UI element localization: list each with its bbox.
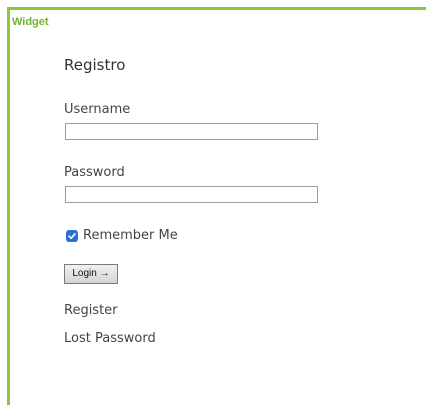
checkmark-icon [68,233,76,240]
lost-password-link[interactable]: Lost Password [64,331,156,347]
username-label: Username [64,102,131,117]
password-label: Password [64,165,125,180]
remember-me-row: Remember Me [66,228,178,244]
widget-label: Widget [12,16,49,28]
password-input[interactable] [65,186,318,203]
remember-me-label: Remember Me [83,228,178,243]
form-title: Registro [64,56,126,74]
register-link[interactable]: Register [64,303,118,319]
login-button[interactable]: Login → [64,264,118,284]
remember-me-checkbox[interactable] [66,230,78,242]
username-input[interactable] [65,123,318,140]
